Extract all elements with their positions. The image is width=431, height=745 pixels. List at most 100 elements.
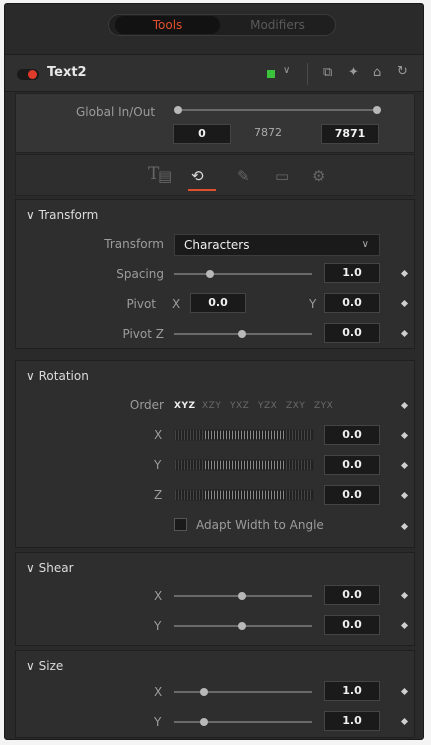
size-y-slider[interactable]: [174, 721, 312, 723]
shear-x-label: X: [154, 589, 163, 603]
section-title: Shear: [38, 561, 74, 575]
shear-y-label: Y: [154, 619, 162, 633]
chevron-down-icon: ∨: [26, 369, 35, 383]
order-option[interactable]: YZX: [258, 401, 277, 411]
pivot-z-slider-knob[interactable]: [238, 330, 246, 338]
rot-z-dial[interactable]: [174, 489, 314, 501]
keyframe-diamond[interactable]: [400, 299, 409, 308]
rot-z-field[interactable]: 0.0: [324, 485, 380, 505]
pivot-label: Pivot: [126, 297, 156, 311]
size-x-label: X: [154, 685, 163, 699]
toggle-dot: [28, 70, 37, 79]
pivot-z-field[interactable]: 0.0: [324, 323, 380, 343]
global-label: Global In/Out: [76, 105, 156, 119]
settings-icon[interactable]: ⚙: [312, 167, 325, 185]
keyframe-diamond[interactable]: [400, 431, 409, 440]
transform-header[interactable]: ∨ Transform: [26, 208, 98, 222]
order-label: Order: [129, 398, 164, 412]
pivot-x-field[interactable]: 0.0: [190, 293, 246, 313]
dropdown-value: Characters: [184, 238, 250, 252]
shear-section: ∨ Shear X 0.0 Y 0.0: [15, 552, 415, 646]
keyframe-diamond[interactable]: [400, 269, 409, 278]
transform-icon[interactable]: ⟲: [191, 167, 204, 185]
rot-y-dial[interactable]: [174, 459, 314, 471]
size-header[interactable]: ∨ Size: [26, 659, 63, 673]
section-title: Size: [38, 659, 64, 673]
keyframe-diamond[interactable]: [400, 687, 409, 696]
order-option[interactable]: XYZ: [174, 401, 195, 411]
divider: [307, 63, 308, 85]
keyframe-diamond[interactable]: [400, 591, 409, 600]
transform-mode-dropdown[interactable]: Characters ∨: [174, 234, 380, 256]
reset-icon[interactable]: ↻: [397, 64, 408, 79]
range-track[interactable]: [179, 109, 379, 111]
dial-ticks: [205, 491, 285, 499]
adapt-width-checkbox[interactable]: [174, 518, 187, 531]
order-option[interactable]: YXZ: [230, 401, 249, 411]
rot-z-label: Z: [154, 488, 163, 502]
rotation-section: ∨ Rotation Order XYZ XZY YXZ YZX ZXY ZYX…: [15, 360, 415, 548]
transform-section: ∨ Transform Transform Characters ∨ Spaci…: [15, 199, 415, 349]
keyframe-diamond[interactable]: [400, 621, 409, 630]
global-in-field[interactable]: 0: [173, 124, 231, 144]
spacing-slider-knob[interactable]: [206, 270, 214, 278]
shear-x-field[interactable]: 0.0: [324, 585, 380, 605]
keyframe-diamond[interactable]: [400, 461, 409, 470]
section-title: Rotation: [38, 369, 89, 383]
rot-y-field[interactable]: 0.0: [324, 455, 380, 475]
shading-icon[interactable]: ✎: [237, 167, 250, 185]
lock-icon[interactable]: ⌂: [373, 65, 381, 80]
rot-x-dial[interactable]: [174, 429, 314, 441]
inspector-panel: Tools Modifiers Text2 ∨ ⧉ ✦ ⌂ ↻ Global I…: [4, 3, 424, 740]
size-x-slider-knob[interactable]: [200, 688, 208, 696]
shear-header[interactable]: ∨ Shear: [26, 561, 74, 575]
spacing-field[interactable]: 1.0: [324, 263, 380, 283]
active-tab-indicator: [188, 189, 216, 191]
pivot-y-field[interactable]: 0.0: [324, 293, 380, 313]
global-in-out: Global In/Out 0 7872 7871: [15, 93, 415, 153]
transform-mode-label: Transform: [104, 237, 164, 251]
size-y-field[interactable]: 1.0: [324, 711, 380, 731]
order-option[interactable]: ZYX: [314, 401, 333, 411]
dial-ticks: [205, 461, 285, 469]
rotation-header[interactable]: ∨ Rotation: [26, 369, 89, 383]
size-x-field[interactable]: 1.0: [324, 681, 380, 701]
keyframe-diamond[interactable]: [400, 717, 409, 726]
global-out-field[interactable]: 7871: [321, 124, 379, 144]
rot-x-label: X: [154, 428, 163, 442]
shear-y-slider-knob[interactable]: [238, 622, 246, 630]
size-y-label: Y: [154, 715, 162, 729]
spacing-label: Spacing: [116, 267, 164, 281]
pivot-y-label: Y: [309, 297, 317, 311]
node-name: Text2: [47, 65, 87, 80]
chevron-down-icon: ∨: [26, 208, 35, 222]
pivot-z-label: Pivot Z: [122, 327, 165, 341]
rot-x-field[interactable]: 0.0: [324, 425, 380, 445]
control-page-tabs: T ▤ ⟲ ✎ ▭ ⚙: [15, 154, 415, 196]
tab-modifiers[interactable]: Modifiers: [225, 16, 330, 34]
spacing-slider[interactable]: [174, 273, 312, 275]
chevron-down-icon[interactable]: ∨: [283, 65, 290, 76]
order-option[interactable]: ZXY: [286, 401, 305, 411]
size-y-slider-knob[interactable]: [200, 718, 208, 726]
tab-tools[interactable]: Tools: [115, 16, 220, 34]
keyframe-diamond[interactable]: [400, 329, 409, 338]
version-icon[interactable]: ⧉: [323, 65, 332, 80]
pin-icon[interactable]: ✦: [348, 65, 359, 80]
pivot-x-label: X: [172, 297, 181, 311]
color-chip[interactable]: [267, 70, 275, 78]
order-option[interactable]: XZY: [202, 401, 221, 411]
keyframe-diamond[interactable]: [400, 491, 409, 500]
size-x-slider[interactable]: [174, 691, 312, 693]
keyframe-diamond[interactable]: [400, 401, 409, 410]
keyframe-diamond[interactable]: [400, 522, 409, 531]
layout-icon[interactable]: ▤: [158, 167, 172, 185]
node-enable-toggle[interactable]: [17, 69, 39, 80]
shear-x-slider-knob[interactable]: [238, 592, 246, 600]
range-start-handle[interactable]: [174, 106, 182, 114]
range-end-handle[interactable]: [373, 106, 381, 114]
shear-y-field[interactable]: 0.0: [324, 615, 380, 635]
image-icon[interactable]: ▭: [275, 167, 289, 185]
node-header: Text2 ∨ ⧉ ✦ ⌂ ↻: [5, 54, 423, 92]
chevron-down-icon: ∨: [26, 659, 35, 673]
